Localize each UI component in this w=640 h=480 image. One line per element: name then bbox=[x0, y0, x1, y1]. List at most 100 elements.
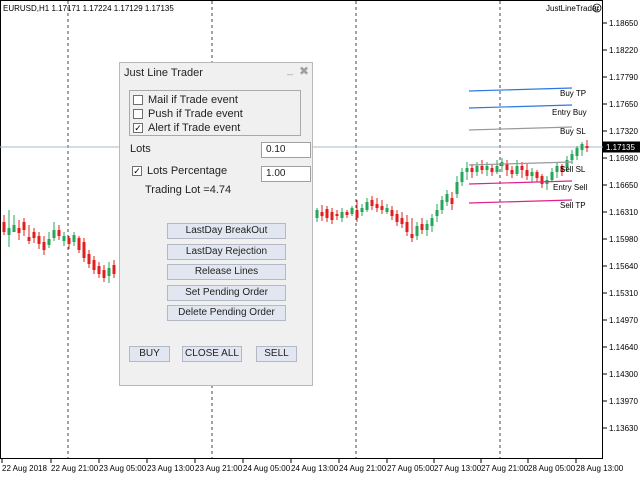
alert-checkbox-label: Alert if Trade event bbox=[148, 122, 241, 134]
candle bbox=[57, 225, 61, 240]
candle bbox=[330, 208, 334, 224]
trade-line-label: Entry Buy bbox=[552, 108, 587, 117]
time-tick-label: 24 Aug 13:00 bbox=[291, 464, 339, 473]
trade-line[interactable]: Buy SL bbox=[468, 126, 586, 136]
candle bbox=[370, 196, 374, 210]
sell-button[interactable]: SELL bbox=[256, 346, 297, 362]
candle bbox=[27, 225, 31, 244]
time-axis: 22 Aug 2018 22 Aug 21:00 23 Aug 05:00 23 Au… bbox=[1, 459, 624, 473]
lastday-rejection-button[interactable]: LastDay Rejection bbox=[167, 244, 286, 260]
minimize-icon[interactable]: _ bbox=[285, 66, 295, 76]
trade-line-label: Sell TP bbox=[560, 201, 586, 210]
candle bbox=[445, 190, 449, 206]
trading-lot-text: Trading Lot =4.74 bbox=[145, 184, 232, 196]
price-tick-label: 1.15640 bbox=[609, 262, 638, 271]
price-chart[interactable]: Buy TP Entry Buy Buy SL Sell SL Entry Sell Se… bbox=[0, 0, 640, 480]
delete-pending-order-button[interactable]: Delete Pending Order bbox=[167, 305, 286, 321]
price-tick-label: 1.17320 bbox=[609, 127, 638, 136]
release-lines-button[interactable]: Release Lines bbox=[167, 264, 286, 280]
candle bbox=[37, 232, 41, 249]
candle bbox=[425, 220, 429, 236]
lots-label: Lots bbox=[130, 143, 151, 155]
candle bbox=[430, 214, 434, 232]
candle bbox=[490, 164, 494, 176]
current-price-tag: 1.17135 bbox=[603, 141, 640, 153]
candle bbox=[72, 232, 76, 246]
candle bbox=[107, 262, 111, 283]
candle bbox=[350, 206, 354, 216]
price-tick-label: 1.16310 bbox=[609, 208, 638, 217]
lots-pct-checkbox-row[interactable]: ✓ Lots Percentage bbox=[132, 164, 227, 178]
push-checkbox-row[interactable]: Push if Trade event bbox=[133, 107, 243, 121]
candle bbox=[82, 238, 86, 262]
candle bbox=[420, 218, 424, 234]
mail-checkbox[interactable] bbox=[133, 95, 143, 105]
price-tick-label: 1.15980 bbox=[609, 235, 638, 244]
price-tick-label: 1.16980 bbox=[609, 154, 638, 163]
price-tick-label: 1.16650 bbox=[609, 181, 638, 190]
candle bbox=[530, 168, 534, 182]
time-tick-label: 28 Aug 13:00 bbox=[576, 464, 624, 473]
time-tick-label: 23 Aug 13:00 bbox=[147, 464, 195, 473]
candle bbox=[375, 198, 379, 212]
candle bbox=[385, 204, 389, 214]
time-tick-label: 22 Aug 21:00 bbox=[51, 464, 99, 473]
mail-checkbox-row[interactable]: Mail if Trade event bbox=[133, 93, 238, 107]
price-tick-label: 1.14970 bbox=[609, 316, 638, 325]
candle bbox=[440, 196, 444, 214]
lots-input[interactable]: 0.10 bbox=[261, 142, 311, 158]
time-tick-label: 28 Aug 05:00 bbox=[528, 464, 576, 473]
lots-pct-label: Lots Percentage bbox=[147, 165, 228, 177]
candle bbox=[12, 215, 16, 232]
candle bbox=[475, 162, 479, 176]
trade-line-label: Entry Sell bbox=[553, 183, 587, 192]
trade-line-label: Buy TP bbox=[560, 89, 586, 98]
time-tick-label: 23 Aug 21:00 bbox=[195, 464, 243, 473]
time-tick-label: 27 Aug 13:00 bbox=[434, 464, 482, 473]
candle bbox=[395, 210, 399, 226]
candle bbox=[42, 236, 46, 255]
candle bbox=[455, 176, 459, 198]
candle bbox=[2, 215, 6, 235]
price-tick-label: 1.15310 bbox=[609, 289, 638, 298]
trade-panel: Just Line Trader _ ✖ Mail if Trade event… bbox=[119, 62, 313, 386]
lots-pct-input[interactable]: 1.00 bbox=[261, 166, 311, 182]
alert-checkbox-row[interactable]: ✓ Alert if Trade event bbox=[133, 121, 240, 135]
candle bbox=[520, 162, 524, 178]
candle bbox=[22, 218, 26, 236]
lots-pct-checkbox[interactable]: ✓ bbox=[132, 166, 142, 176]
candle bbox=[87, 250, 91, 268]
candle bbox=[335, 210, 339, 220]
indicator-name: JustLineTrader bbox=[546, 4, 599, 13]
trade-line[interactable]: Sell TP bbox=[468, 199, 586, 210]
close-all-button[interactable]: CLOSE ALL bbox=[182, 346, 242, 362]
push-checkbox[interactable] bbox=[133, 109, 143, 119]
candle bbox=[97, 262, 101, 278]
set-pending-order-button[interactable]: Set Pending Order bbox=[167, 285, 286, 301]
candle bbox=[360, 204, 364, 216]
trade-line[interactable]: Entry Buy bbox=[468, 104, 587, 117]
candle bbox=[500, 158, 504, 172]
candle bbox=[405, 215, 409, 236]
buy-button[interactable]: BUY bbox=[129, 346, 170, 362]
candle bbox=[435, 204, 439, 222]
trade-line[interactable]: Buy TP bbox=[468, 87, 586, 98]
candle bbox=[505, 160, 509, 176]
trade-line-label: Sell SL bbox=[560, 165, 586, 174]
candle bbox=[415, 222, 419, 240]
trade-line[interactable]: Entry Sell bbox=[468, 180, 587, 192]
candle bbox=[102, 265, 106, 282]
close-icon[interactable]: ✖ bbox=[299, 65, 309, 77]
alert-checkbox[interactable]: ✓ bbox=[133, 123, 143, 133]
time-tick-label: 24 Aug 05:00 bbox=[243, 464, 291, 473]
candle bbox=[340, 208, 344, 222]
symbol-label: EURUSD,H1 1.17171 1.17224 1.17129 1.1713… bbox=[3, 4, 174, 13]
lastday-breakout-button[interactable]: LastDay BreakOut bbox=[167, 223, 286, 239]
candle bbox=[540, 174, 544, 188]
price-tick-label: 1.18220 bbox=[609, 46, 638, 55]
candle bbox=[510, 166, 514, 178]
candle bbox=[410, 218, 414, 242]
candle bbox=[525, 164, 529, 180]
price-axis: 1.18650 1.18220 1.17790 1.17650 1.17320 1.169… bbox=[603, 19, 638, 433]
candle bbox=[495, 160, 499, 174]
